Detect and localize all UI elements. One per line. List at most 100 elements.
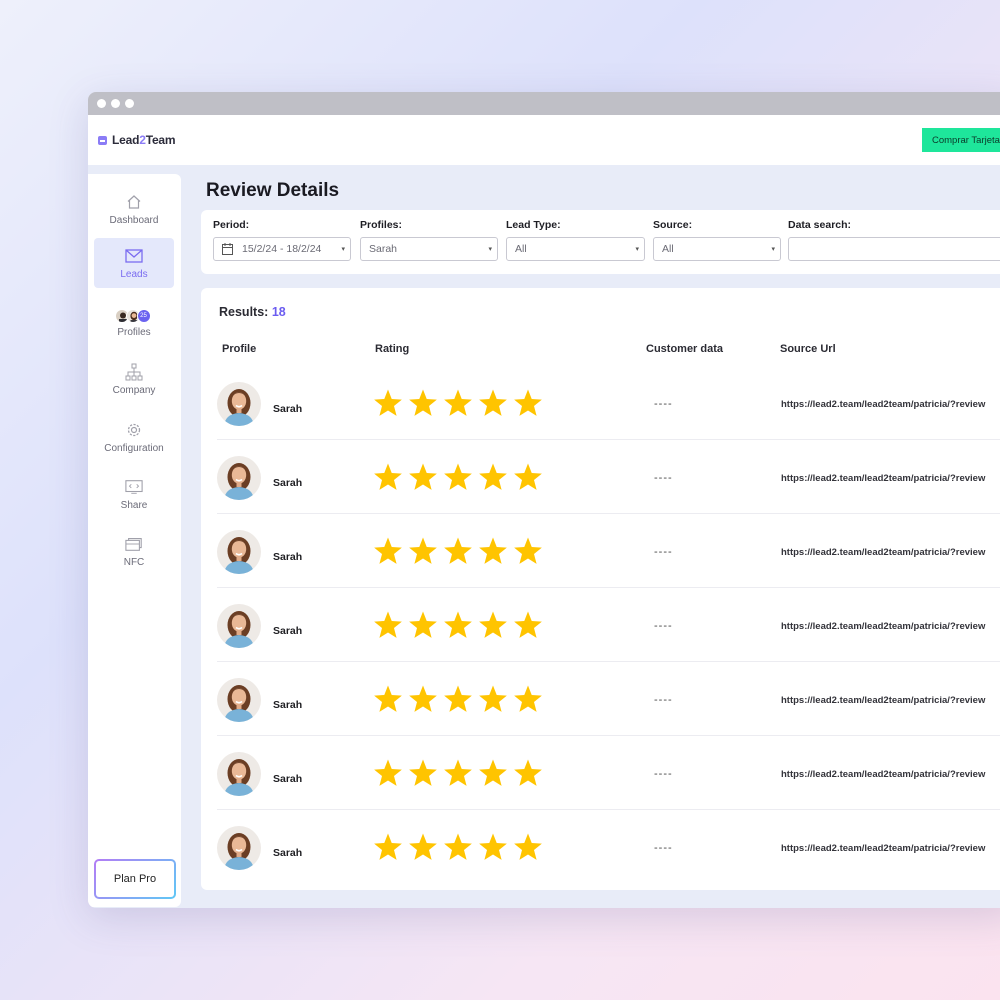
customer-data: ----: [654, 398, 673, 410]
window-maximize-dot[interactable]: [125, 99, 134, 108]
sidebar-item-label: NFC: [123, 556, 145, 568]
star-icon: [442, 610, 474, 645]
table-row[interactable]: Sarah ---- https://lead2.team/lead2team/pa…: [217, 588, 1000, 662]
star-icon: [512, 462, 544, 497]
logo-text: Lead2Team: [112, 133, 176, 147]
sidebar-item-nfc[interactable]: NFC: [94, 526, 174, 576]
source-url-link[interactable]: https://lead2.team/lead2team/patricia/?r…: [781, 843, 985, 854]
column-header-rating[interactable]: Rating: [375, 343, 409, 355]
sidebar-item-configuration[interactable]: Configuration: [94, 412, 174, 462]
chevron-down-icon: ▾: [341, 246, 345, 253]
star-icon: [407, 610, 439, 645]
filter-bar: Period: 15/2/24 - 18/2/24 ▾ Profiles: Sa…: [201, 210, 1000, 274]
window-minimize-dot[interactable]: [111, 99, 120, 108]
table-row[interactable]: Sarah ---- https://lead2.team/lead2team/pa…: [217, 662, 1000, 736]
home-icon: [125, 193, 143, 211]
window-close-dot[interactable]: [97, 99, 106, 108]
filter-label: Lead Type:: [506, 219, 561, 231]
customer-data: ----: [654, 620, 673, 632]
sidebar: Dashboard Leads 25 Profiles Company Conf…: [88, 174, 181, 907]
star-icon: [372, 684, 404, 719]
lead-type-value: All: [515, 243, 527, 255]
profile-name: Sarah: [273, 403, 303, 415]
star-icon: [512, 758, 544, 793]
star-icon: [407, 536, 439, 571]
table-row[interactable]: Sarah ---- https://lead2.team/lead2team/pa…: [217, 514, 1000, 588]
plan-pro-button[interactable]: Plan Pro: [94, 859, 176, 899]
profiles-filter: Profiles: Sarah ▾: [360, 219, 498, 261]
source-url-link[interactable]: https://lead2.team/lead2team/patricia/?r…: [781, 547, 985, 558]
star-icon: [477, 832, 509, 867]
source-select[interactable]: All ▾: [653, 237, 781, 261]
source-url-link[interactable]: https://lead2.team/lead2team/patricia/?r…: [781, 621, 985, 632]
column-header-profile[interactable]: Profile: [222, 343, 256, 355]
rating-stars: [372, 536, 544, 571]
app-logo[interactable]: Lead2Team: [98, 133, 176, 147]
sidebar-item-profiles[interactable]: 25 Profiles: [94, 298, 174, 348]
star-icon: [372, 462, 404, 497]
org-chart-icon: [125, 363, 143, 381]
star-icon: [442, 758, 474, 793]
mail-icon: [125, 247, 143, 265]
star-icon: [512, 832, 544, 867]
avatar: [217, 604, 261, 648]
star-icon: [512, 610, 544, 645]
avatar: [217, 678, 261, 722]
star-icon: [477, 758, 509, 793]
star-icon: [407, 684, 439, 719]
customer-data: ----: [654, 694, 673, 706]
star-icon: [407, 758, 439, 793]
page-title: Review Details: [206, 180, 340, 201]
results-panel: Results: 18 Profile Rating Customer data…: [201, 288, 1000, 890]
period-date-picker[interactable]: 15/2/24 - 18/2/24 ▾: [213, 237, 351, 261]
lead-type-filter: Lead Type: All ▾: [506, 219, 645, 261]
chevron-down-icon: ▾: [771, 246, 775, 253]
avatar: [217, 382, 261, 426]
star-icon: [477, 536, 509, 571]
sidebar-item-dashboard[interactable]: Dashboard: [94, 184, 174, 234]
star-icon: [477, 684, 509, 719]
avatar: [217, 826, 261, 870]
column-header-source-url[interactable]: Source Url: [780, 343, 836, 355]
profile-name: Sarah: [273, 699, 303, 711]
sidebar-item-share[interactable]: Share: [94, 469, 174, 519]
filter-label: Profiles:: [360, 219, 403, 231]
period-value: 15/2/24 - 18/2/24: [242, 243, 322, 255]
star-icon: [477, 610, 509, 645]
avatar: [217, 456, 261, 500]
customer-data: ----: [654, 768, 673, 780]
sidebar-item-company[interactable]: Company: [94, 354, 174, 404]
data-search-input[interactable]: [788, 237, 1000, 261]
profile-name: Sarah: [273, 477, 303, 489]
rating-stars: [372, 832, 544, 867]
results-summary: Results: 18: [219, 305, 286, 319]
filter-label: Period:: [213, 219, 250, 231]
star-icon: [442, 388, 474, 423]
star-icon: [372, 536, 404, 571]
customer-data: ----: [654, 842, 673, 854]
sidebar-item-label: Leads: [120, 268, 148, 280]
profiles-avatars: 25: [114, 308, 151, 323]
star-icon: [442, 832, 474, 867]
chevron-down-icon: ▾: [488, 246, 492, 253]
column-header-customer-data[interactable]: Customer data: [646, 343, 723, 355]
table-row[interactable]: Sarah ---- https://lead2.team/lead2team/pa…: [217, 810, 1000, 884]
rating-stars: [372, 758, 544, 793]
filter-label: Source:: [653, 219, 693, 231]
rating-stars: [372, 684, 544, 719]
table-row[interactable]: Sarah ---- https://lead2.team/lead2team/pa…: [217, 736, 1000, 810]
lead-type-select[interactable]: All ▾: [506, 237, 645, 261]
source-url-link[interactable]: https://lead2.team/lead2team/patricia/?r…: [781, 473, 985, 484]
table-row[interactable]: Sarah ---- https://lead2.team/lead2team/pa…: [217, 366, 1000, 440]
app-window: Lead2Team Comprar Tarjeta Dashboard Lead…: [88, 92, 1000, 908]
profiles-select[interactable]: Sarah ▾: [360, 237, 498, 261]
rating-stars: [372, 388, 544, 423]
table-row[interactable]: Sarah ---- https://lead2.team/lead2team/pa…: [217, 440, 1000, 514]
source-url-link[interactable]: https://lead2.team/lead2team/patricia/?r…: [781, 399, 985, 410]
gear-icon: [125, 421, 143, 439]
buy-card-button[interactable]: Comprar Tarjeta: [922, 128, 1000, 152]
source-url-link[interactable]: https://lead2.team/lead2team/patricia/?r…: [781, 695, 985, 706]
sidebar-item-leads[interactable]: Leads: [94, 238, 174, 288]
star-icon: [512, 684, 544, 719]
source-url-link[interactable]: https://lead2.team/lead2team/patricia/?r…: [781, 769, 985, 780]
